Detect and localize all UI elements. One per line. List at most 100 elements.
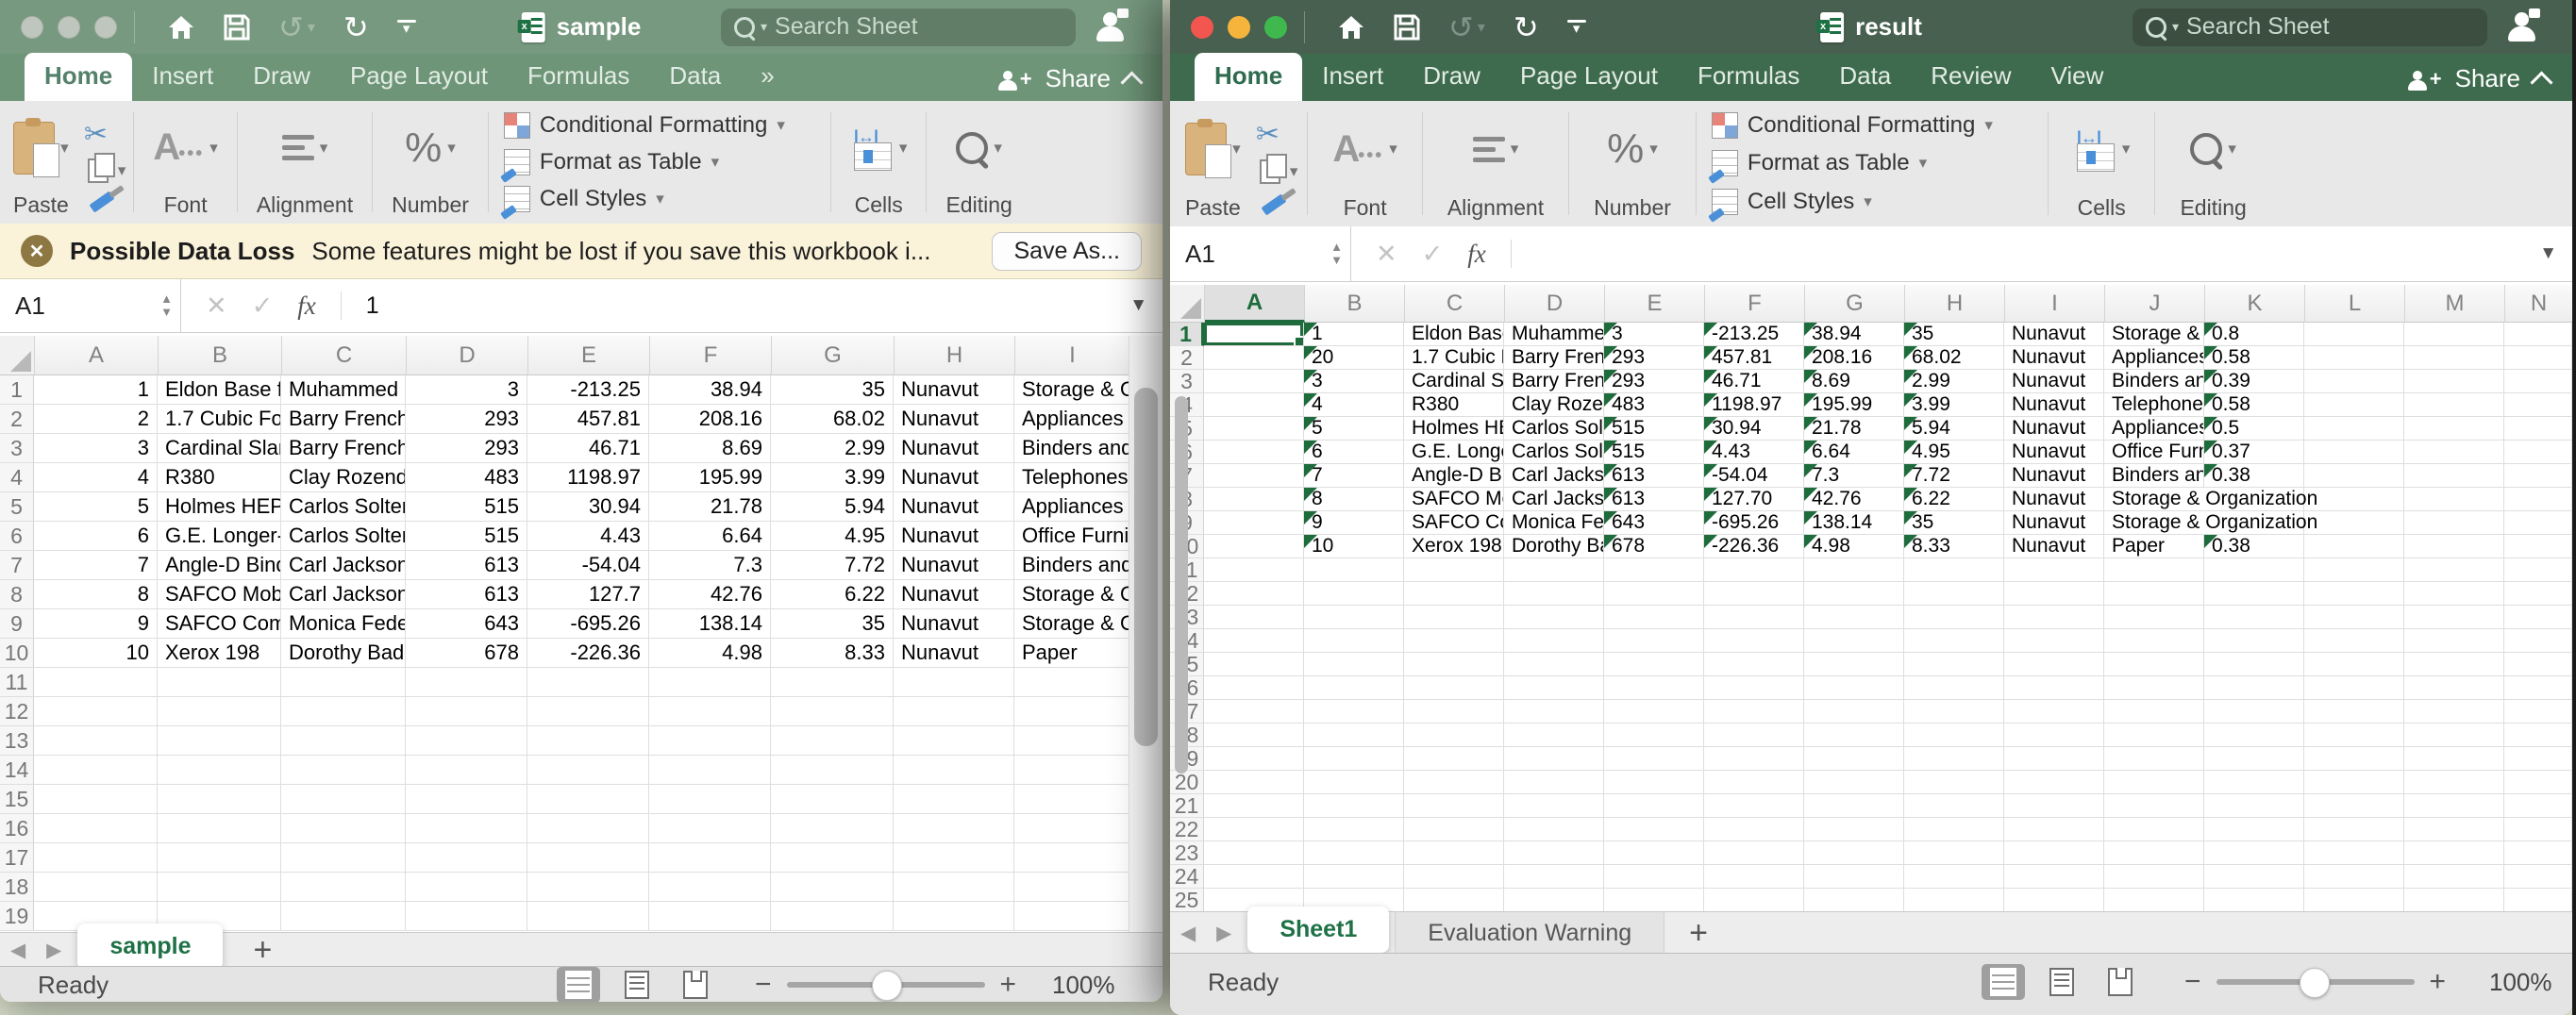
zoom-in-button[interactable]: +	[2430, 966, 2447, 998]
cell-B14[interactable]	[1304, 629, 1404, 653]
cell-F18[interactable]	[649, 873, 771, 902]
row-header-3[interactable]: 3	[0, 434, 34, 463]
cell-H6[interactable]: Nunavut	[894, 522, 1014, 551]
cell-F3[interactable]: 8.69	[649, 434, 771, 463]
cell-I9[interactable]: Storage & Orga	[1014, 609, 1129, 639]
cell-C14[interactable]	[281, 756, 406, 785]
cell-L11[interactable]	[2304, 558, 2404, 582]
row-header-1[interactable]: 1	[0, 375, 34, 405]
tab-overflow-chevron[interactable]: »	[741, 53, 794, 101]
cell-I2[interactable]: Nunavut	[2004, 346, 2104, 370]
cell-I4[interactable]: Nunavut	[2004, 393, 2104, 417]
cell-F22[interactable]	[1704, 818, 1804, 841]
cell-M2[interactable]	[2404, 346, 2504, 370]
cell-A15[interactable]	[1204, 653, 1304, 676]
cell-D8[interactable]: 613	[406, 580, 527, 609]
copy-icon[interactable]	[1260, 159, 1280, 184]
cell-G17[interactable]	[771, 843, 894, 873]
copy-icon[interactable]	[88, 158, 109, 183]
cell-I10[interactable]: Nunavut	[2004, 535, 2104, 558]
cell-D25[interactable]	[1504, 889, 1604, 911]
cell-N23[interactable]	[2504, 841, 2572, 865]
paste-label[interactable]: Paste	[1185, 190, 1241, 221]
cell-G18[interactable]	[771, 873, 894, 902]
col-header-D[interactable]: D	[1505, 285, 1605, 323]
editing-label[interactable]: Editing	[2180, 190, 2246, 221]
cell-N18[interactable]	[2504, 724, 2572, 747]
cell-A17[interactable]	[34, 843, 158, 873]
cell-M7[interactable]	[2404, 464, 2504, 488]
cell-H22[interactable]	[1904, 818, 2004, 841]
cell-D2[interactable]: 293	[406, 405, 527, 434]
cell-K24[interactable]	[2204, 865, 2304, 889]
cell-G4[interactable]: 3.99	[771, 463, 894, 492]
cell-A8[interactable]	[1204, 488, 1304, 511]
format-painter-icon[interactable]	[89, 191, 114, 212]
cell-C8[interactable]: Carl Jackson	[281, 580, 406, 609]
cell-D13[interactable]	[1504, 606, 1604, 629]
minimize-button[interactable]	[58, 16, 80, 39]
cell-C11[interactable]	[1404, 558, 1504, 582]
cell-E1[interactable]: -213.25	[527, 375, 649, 405]
formula-bar-expand-icon[interactable]: ▼	[2539, 243, 2557, 264]
cell-N17[interactable]	[2504, 700, 2572, 724]
zoom-out-button[interactable]: −	[2184, 966, 2201, 998]
cell-E5[interactable]: 515	[1604, 417, 1704, 441]
cells-icon[interactable]: |↔|	[850, 127, 894, 169]
cell-M22[interactable]	[2404, 818, 2504, 841]
page-break-view-button[interactable]	[674, 967, 717, 1002]
cell-C10[interactable]: Dorothy Badd	[281, 639, 406, 668]
cell-A16[interactable]	[1204, 676, 1304, 700]
cut-icon[interactable]: ✂	[1256, 118, 1298, 151]
prev-sheet-icon[interactable]: ◀	[0, 939, 36, 962]
cell-I13[interactable]	[1014, 726, 1129, 756]
sheet-tab-sample[interactable]: sample	[77, 923, 223, 970]
cell-A14[interactable]	[1204, 629, 1304, 653]
cell-G9[interactable]: 138.14	[1804, 511, 1904, 535]
prev-sheet-icon[interactable]: ◀	[1170, 922, 1206, 945]
next-sheet-icon[interactable]: ▶	[1206, 922, 1242, 945]
confirm-icon[interactable]: ✓	[252, 291, 274, 321]
cell-F10[interactable]: -226.36	[1704, 535, 1804, 558]
alignment-icon[interactable]	[282, 135, 314, 160]
cell-L18[interactable]	[2304, 724, 2404, 747]
cell-H17[interactable]	[1904, 700, 2004, 724]
cell-M23[interactable]	[2404, 841, 2504, 865]
cell-A7[interactable]	[1204, 464, 1304, 488]
cell-G5[interactable]: 21.78	[1804, 417, 1904, 441]
cell-H11[interactable]	[1904, 558, 2004, 582]
zoom-in-button[interactable]: +	[1000, 969, 1017, 1001]
cell-G23[interactable]	[1804, 841, 1904, 865]
cell-F2[interactable]: 457.81	[1704, 346, 1804, 370]
cell-E21[interactable]	[1604, 794, 1704, 818]
cell-C2[interactable]: 1.7 Cubic F	[1404, 346, 1504, 370]
cell-E14[interactable]	[1604, 629, 1704, 653]
cell-M8[interactable]	[2404, 488, 2504, 511]
cell-D23[interactable]	[1504, 841, 1604, 865]
cell-M4[interactable]	[2404, 393, 2504, 417]
undo-icon[interactable]: ↺▾	[278, 12, 315, 42]
cell-A6[interactable]: 6	[34, 522, 158, 551]
cell-B19[interactable]	[1304, 747, 1404, 771]
col-header-H[interactable]: H	[895, 336, 1015, 375]
cell-C2[interactable]: Barry French	[281, 405, 406, 434]
cell-H13[interactable]	[1904, 606, 2004, 629]
cell-N25[interactable]	[2504, 889, 2572, 911]
cell-N1[interactable]	[2504, 323, 2572, 346]
row-header-22[interactable]: 22	[1170, 818, 1204, 841]
cell-E7[interactable]: -54.04	[527, 551, 649, 580]
cell-K25[interactable]	[2204, 889, 2304, 911]
cell-H9[interactable]: Nunavut	[894, 609, 1014, 639]
minimize-button[interactable]	[1228, 16, 1250, 39]
cell-I24[interactable]	[2004, 865, 2104, 889]
cell-A11[interactable]	[34, 668, 158, 697]
cell-K19[interactable]	[2204, 747, 2304, 771]
paste-label[interactable]: Paste	[13, 187, 69, 218]
cell-D5[interactable]: 515	[406, 492, 527, 522]
cell-G22[interactable]	[1804, 818, 1904, 841]
cell-K7[interactable]: 0.38	[2204, 464, 2304, 488]
cell-G7[interactable]: 7.72	[771, 551, 894, 580]
row-header-10[interactable]: 10	[0, 639, 34, 668]
cell-H24[interactable]	[1904, 865, 2004, 889]
cell-N13[interactable]	[2504, 606, 2572, 629]
